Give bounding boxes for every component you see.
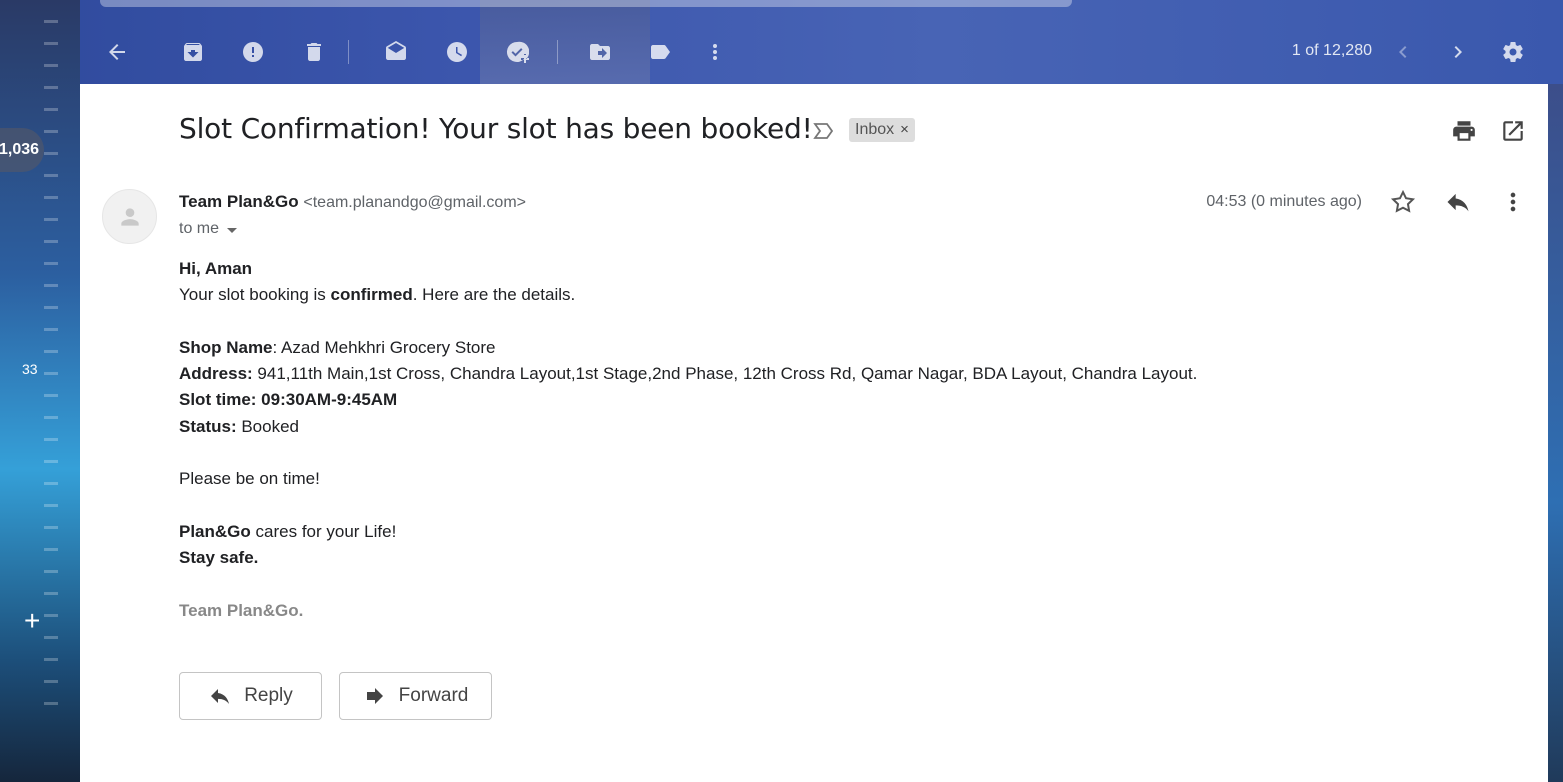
add-icon[interactable]: + — [24, 607, 40, 635]
background-right — [1548, 84, 1563, 782]
recipient-text: to me — [179, 220, 220, 237]
more-vert-icon[interactable] — [701, 38, 729, 66]
reply-icon[interactable] — [1444, 188, 1472, 216]
email-timestamp: 04:53 (0 minutes ago) — [1206, 193, 1362, 210]
background-left — [0, 0, 80, 782]
message-counter: 1 of 12,280 — [1291, 42, 1372, 59]
email-body: Hi, Aman Your slot booking is confirmed.… — [179, 256, 1197, 624]
open-in-new-window-icon[interactable] — [1500, 118, 1526, 144]
message-toolbar: 1 of 12,280 — [0, 28, 1563, 76]
care-line: Plan&Go cares for your Life! — [179, 521, 397, 541]
report-spam-icon[interactable] — [239, 38, 267, 66]
search-bar-edge[interactable] — [100, 0, 1072, 7]
sender-avatar[interactable] — [102, 189, 157, 244]
reply-icon — [211, 689, 230, 704]
sender-email: <team.planandgo@gmail.com> — [303, 194, 526, 211]
remove-label-icon[interactable]: × — [900, 118, 909, 142]
status-line: Status: Booked — [179, 416, 300, 436]
chevron-right-icon[interactable] — [1444, 38, 1472, 66]
shop-name-line: Shop Name: Azad Mehkhri Grocery Store — [179, 337, 496, 357]
gear-icon[interactable] — [1499, 38, 1527, 66]
forward-button[interactable]: Forward — [339, 672, 492, 720]
greeting: Hi, Aman — [179, 259, 253, 278]
inbox-unread-count[interactable]: 1,036 — [0, 128, 44, 172]
archive-icon[interactable] — [179, 38, 207, 66]
reminder-line: Please be on time! — [179, 469, 320, 489]
delete-icon[interactable] — [300, 38, 328, 66]
label-chip-inbox: Inbox × — [849, 118, 915, 142]
secondary-count[interactable]: 33 — [22, 361, 38, 377]
forward-button-label: Forward — [398, 685, 469, 706]
mark-unread-icon[interactable] — [382, 38, 410, 66]
reply-button-label: Reply — [244, 685, 293, 706]
slot-time-line: Slot time: 09:30AM-9:45AM — [179, 390, 398, 410]
person-icon — [120, 207, 139, 226]
email-view: Slot Confirmation! Your slot has been bo… — [80, 84, 1548, 782]
snooze-icon[interactable] — [443, 38, 471, 66]
toolbar-separator — [557, 40, 558, 64]
move-to-icon[interactable] — [586, 38, 614, 66]
intro-line: Your slot booking is confirmed. Here are… — [179, 285, 576, 305]
forward-icon — [366, 688, 383, 704]
print-icon[interactable] — [1451, 118, 1477, 144]
back-arrow-icon[interactable] — [103, 38, 131, 66]
label-chip-text: Inbox — [855, 121, 895, 138]
add-to-tasks-icon[interactable] — [503, 38, 531, 66]
email-subject: Slot Confirmation! Your slot has been bo… — [179, 112, 813, 145]
importance-marker-icon[interactable] — [813, 121, 835, 141]
recipient-line: to me — [179, 220, 238, 238]
stay-safe-line: Stay safe. — [179, 548, 259, 568]
reply-button[interactable]: Reply — [179, 672, 322, 720]
more-options-icon[interactable] — [1499, 188, 1527, 216]
sender-line: Team Plan&Go <team.planandgo@gmail.com> — [179, 192, 526, 212]
star-icon[interactable] — [1389, 188, 1417, 216]
address-line: Address: 941,11th Main,1st Cross, Chandr… — [179, 364, 1198, 384]
toolbar-separator — [348, 40, 349, 64]
chevron-left-icon[interactable] — [1389, 38, 1417, 66]
signature: Team Plan&Go. — [179, 600, 304, 620]
labels-icon[interactable] — [646, 38, 674, 66]
sender-name[interactable]: Team Plan&Go — [179, 192, 299, 211]
show-details-caret-icon[interactable] — [227, 227, 238, 233]
